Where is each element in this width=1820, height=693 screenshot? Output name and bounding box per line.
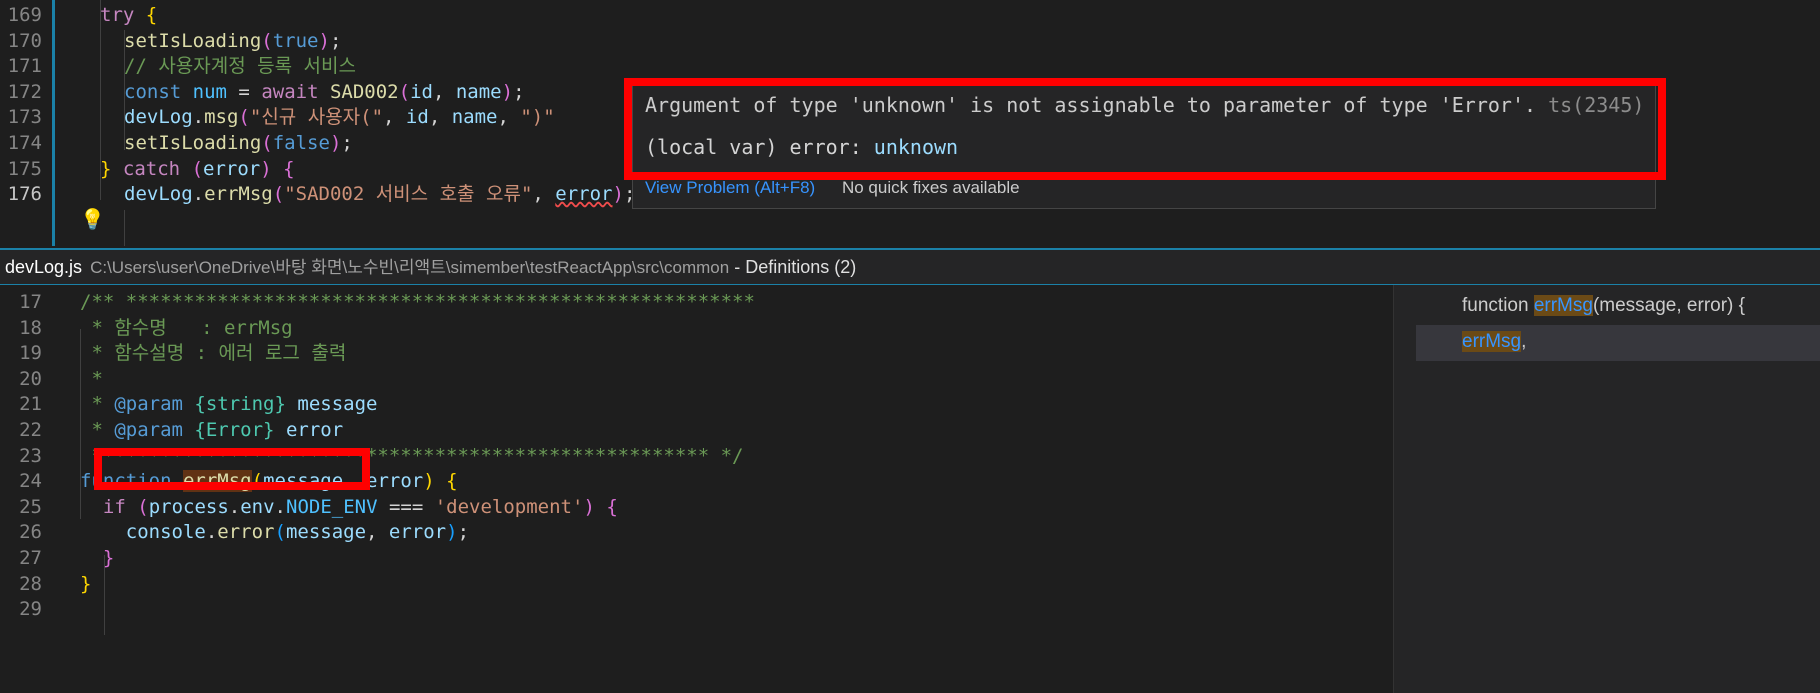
highlight-box-param: [94, 448, 370, 490]
lightbulb-icon[interactable]: 💡: [80, 208, 105, 230]
line-code: devLog.errMsg("SAD002 서비스 호출 오류", error)…: [124, 183, 636, 206]
no-quick-fixes-label: No quick fixes available: [841, 178, 1020, 197]
line-number: 176: [7, 183, 42, 206]
peek-file-name[interactable]: devLog.js: [5, 257, 82, 277]
code-line[interactable]: 29: [0, 594, 1392, 624]
indent-guide: [124, 210, 125, 246]
highlight-box-error: [624, 78, 1666, 180]
reference-item[interactable]: errMsg,: [1462, 331, 1526, 353]
line-number: 29: [19, 598, 42, 621]
peek-header[interactable]: devLog.js C:\Users\user\OneDrive\바탕 화면\노수…: [0, 250, 1820, 285]
view-problem-link[interactable]: View Problem (Alt+F8): [645, 178, 815, 197]
peek-references-panel[interactable]: function errMsg(message, error) { errMsg…: [1393, 285, 1820, 693]
peek-file-path: C:\Users\user\OneDrive\바탕 화면\노수빈\리액트\sim…: [90, 258, 730, 277]
reference-item[interactable]: function errMsg(message, error) {: [1462, 295, 1745, 317]
peek-definitions-count: - Definitions (2): [734, 257, 857, 277]
